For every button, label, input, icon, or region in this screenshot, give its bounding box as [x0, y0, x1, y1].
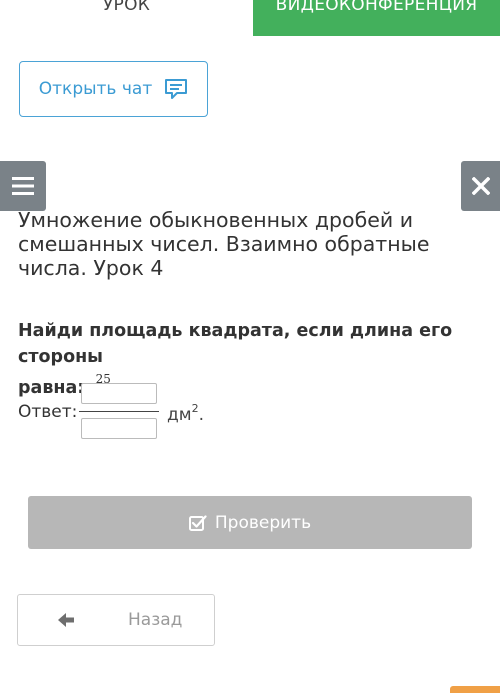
close-icon	[471, 177, 490, 195]
answer-label: Ответ:	[18, 402, 78, 422]
tab-lesson-label: УРОК	[102, 0, 151, 15]
tab-videoconference-label: ВИДЕОКОНФЕРЕНЦИЯ	[275, 0, 478, 15]
back-button[interactable]: Назад	[17, 594, 215, 646]
lesson-title: Умножение обыкновенных дробей и смешанны…	[18, 208, 430, 280]
check-button-label: Проверить	[214, 512, 312, 533]
answer-unit: дм2.	[167, 402, 204, 425]
tab-lesson[interactable]: УРОК	[0, 0, 253, 36]
answer-numerator-input[interactable]	[81, 383, 157, 404]
chat-bubble-icon	[165, 79, 188, 99]
question-line-1: Найди площадь квадрата, если длина его с…	[18, 321, 453, 367]
answer-unit-power: 2	[191, 402, 199, 415]
open-chat-button[interactable]: Открыть чат	[19, 61, 208, 117]
answer-fraction-bar	[79, 411, 159, 412]
back-button-label: Назад	[128, 610, 183, 630]
next-button-corner[interactable]	[450, 686, 500, 693]
arrow-left-icon	[58, 613, 74, 627]
check-button[interactable]: Проверить	[28, 496, 472, 549]
menu-button[interactable]	[0, 161, 46, 211]
close-button[interactable]	[461, 161, 500, 211]
open-chat-label: Открыть чат	[38, 79, 153, 99]
tab-videoconference[interactable]: ВИДЕОКОНФЕРЕНЦИЯ	[253, 0, 500, 36]
answer-unit-text: дм	[167, 405, 192, 425]
question-prefix: равна:	[18, 377, 85, 398]
answer-denominator-input[interactable]	[81, 418, 157, 439]
checkbox-icon	[188, 514, 207, 531]
hamburger-menu-icon	[12, 177, 34, 195]
answer-unit-suffix: .	[198, 405, 204, 425]
